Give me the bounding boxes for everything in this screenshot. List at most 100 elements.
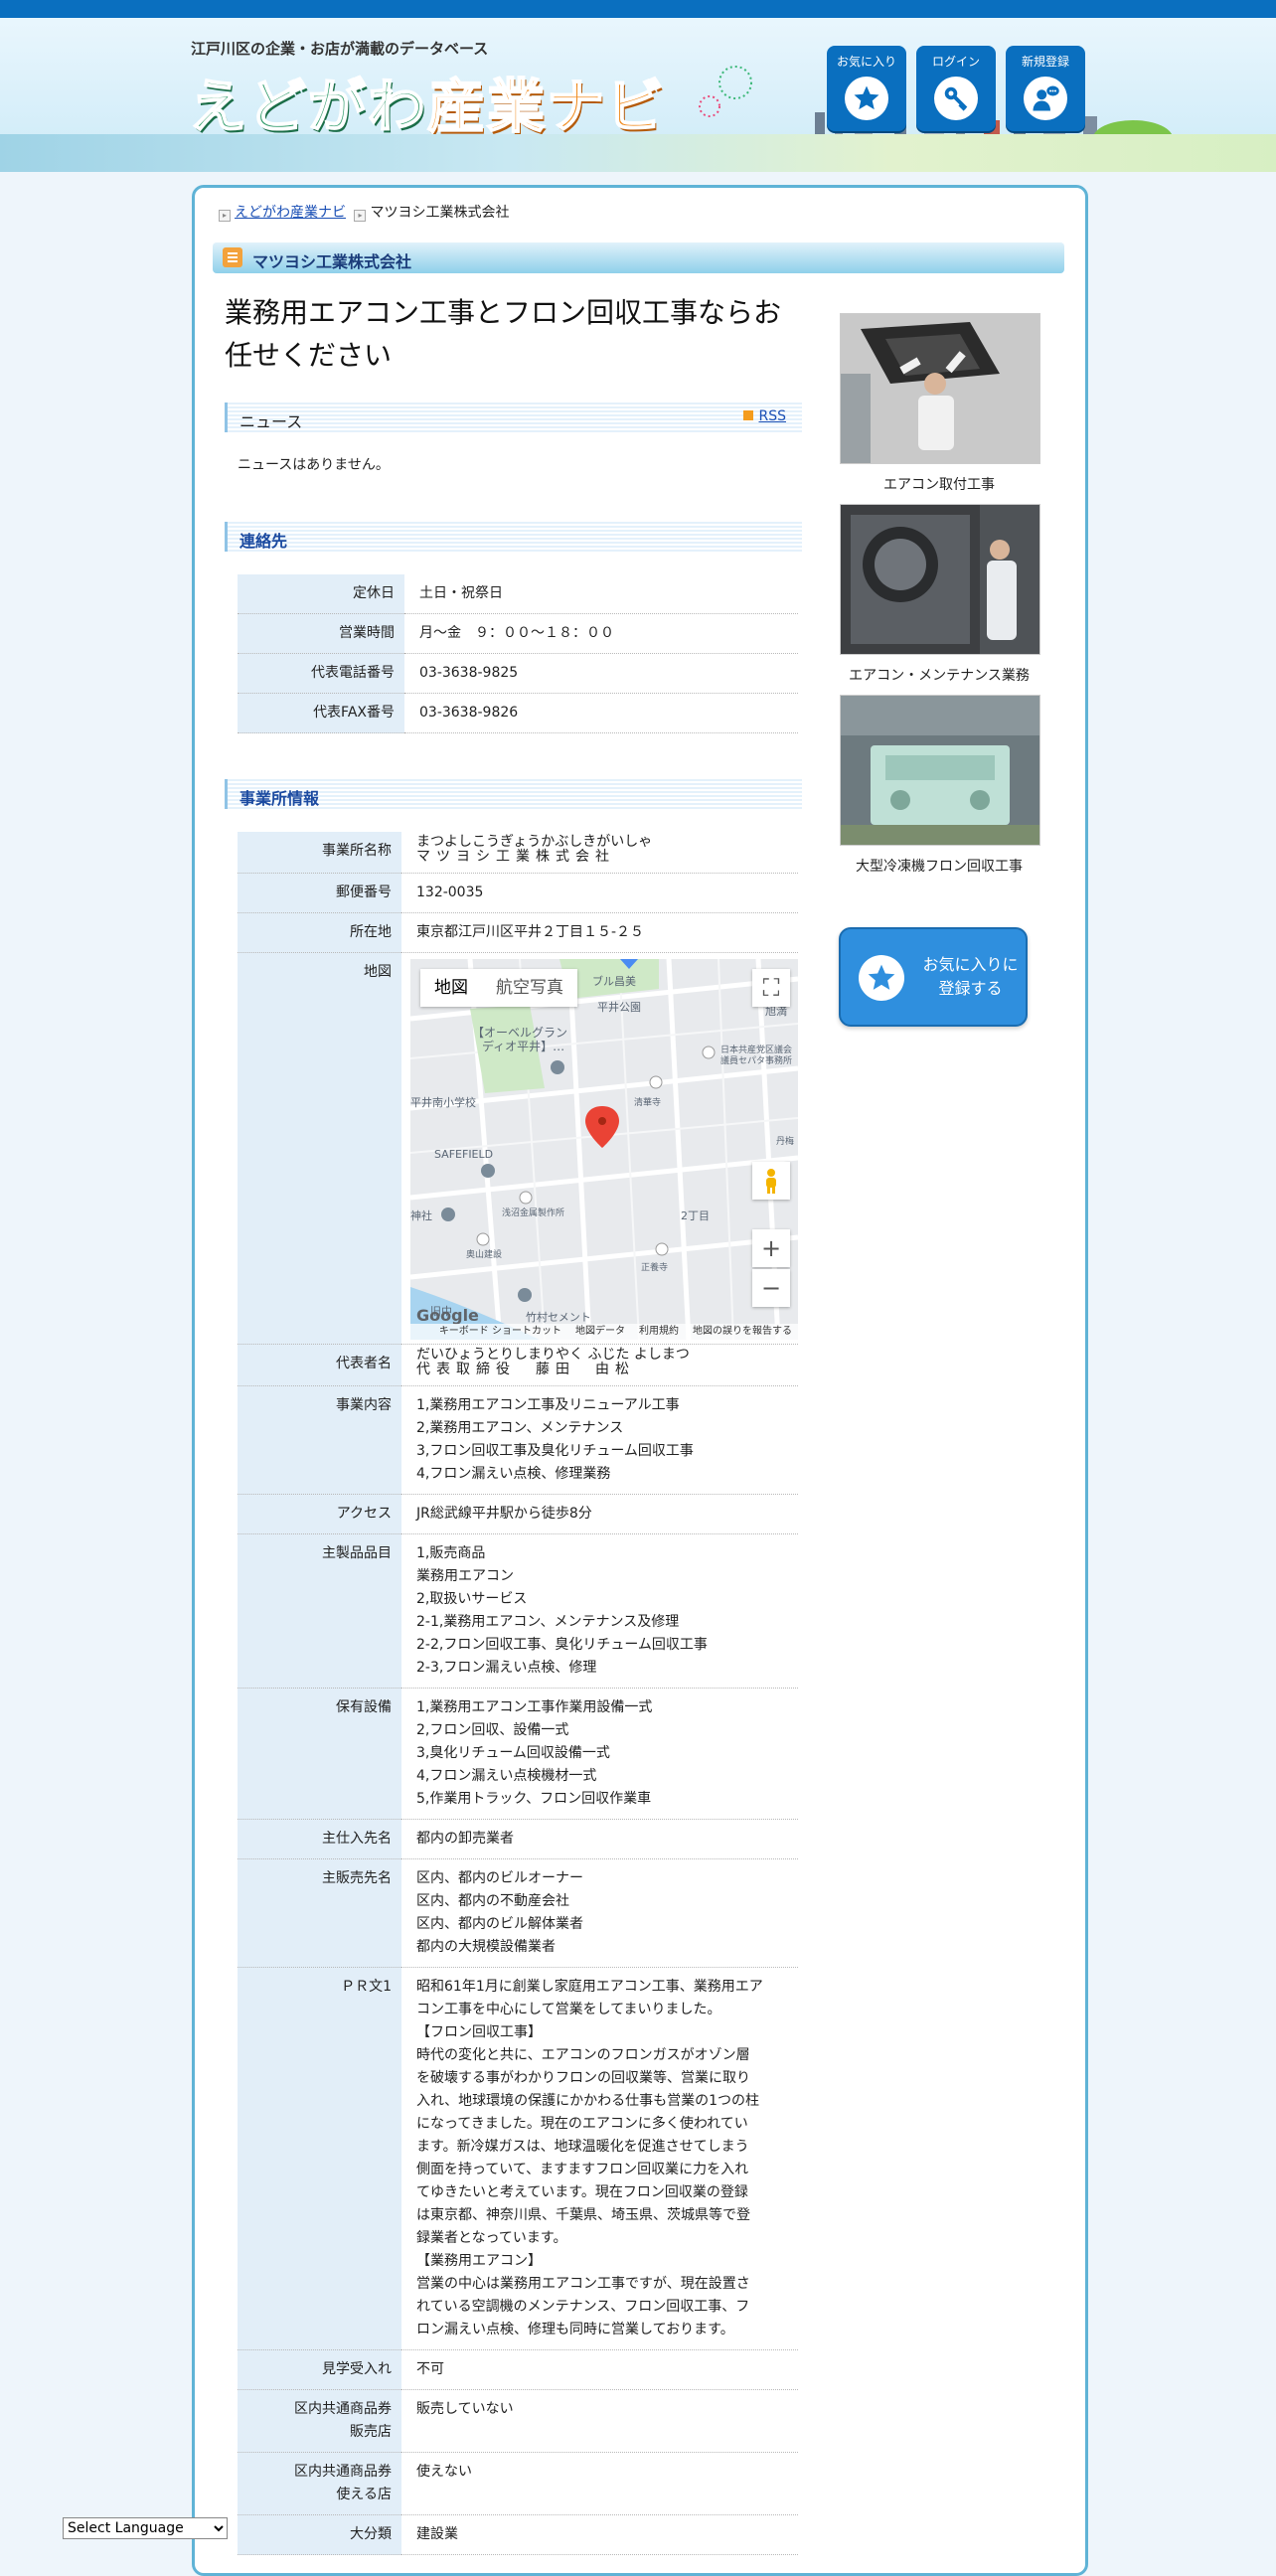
embedded-map[interactable]: ブル昌美 平井公園 旭満 【オーベルグラン ディオ平井】… 日本共産党区議会 議… [410,959,798,1340]
contact-section-header: 連絡先 [225,522,802,552]
table-row: 保有設備 1,業務用エアコン工事作業用設備一式 2,フロン回収、設備一式 3,臭化リチ… [238,1688,798,1820]
photo-ac-installation[interactable] [840,313,1040,464]
row-value-line: 側面を持っていて、ますますフロン回収業に力を入れ [416,2162,749,2177]
table-row: 主製品品目 1,販売商品 業務用エアコン 2,取扱いサービス 2-1,業務用エアコン、メ… [238,1533,798,1689]
row-value-line: 5,作業用トラック、フロン回収作業車 [416,1791,652,1807]
map-keyboard-shortcuts-link[interactable]: キーボード ショートカット [439,1324,561,1340]
map-label: 浅沼金属製作所 [502,1207,564,1218]
row-value: 販売していない [401,2389,798,2453]
register-button[interactable]: 新規登録 [1006,46,1085,131]
map-label: ブル昌美 [592,974,636,988]
language-select[interactable]: Select Language [63,2517,228,2539]
row-value-line: れている空調機のメンテナンス、フロン回収工事、フ [416,2299,750,2315]
table-row: 営業時間 月～金 ９：００～１８：００ [238,613,798,654]
company-title-bar: マツヨシ工業株式会社 [213,242,1064,273]
top-bar [0,0,1276,18]
row-label: アクセス [238,1494,401,1534]
site-header: 江戸川区の企業・お店が満載のデータベース えどがわ産業ナビ お気に入り ログイン… [0,18,1276,172]
row-value: 区内、都内のビルオーナー 区内、都内の不動産会社 区内、都内のビル解体業者 都内の大規… [401,1858,798,1968]
news-section-header: ニュース RSS [225,402,802,432]
map-terms-link[interactable]: 利用規約 [639,1324,679,1340]
map-label: 2丁目 [681,1209,710,1222]
map-streets: ブル昌美 平井公園 旭満 【オーベルグラン ディオ平井】… 日本共産党区議会 議… [410,959,798,1340]
row-value-line: 録業者となっています。 [416,2230,567,2246]
pegman-icon[interactable] [752,1162,790,1200]
row-value-line: 都内の大規模設備業者 [416,1939,556,1955]
representative-name-value: 代表取締役 藤田 由松 [416,1362,635,1377]
table-row: 主仕入先名 都内の卸売業者 [238,1819,798,1859]
row-value-line: 1,業務用エアコン工事及リニューアル工事 [416,1397,680,1413]
logo-text-edogawa: えどがわ [188,72,428,141]
add-to-favorites-button[interactable]: お気に入りに登録する [839,927,1028,1027]
favorites-button[interactable]: お気に入り [827,46,906,131]
document-icon [223,247,242,267]
row-value: 03-3638-9826 [404,693,798,733]
zoom-in-button[interactable]: + [752,1229,790,1267]
map-type-toggle: 地図 航空写真 [420,969,577,1007]
row-label: 代表FAX番号 [238,693,404,733]
office-heading: 事業所情報 [239,789,320,808]
favorites-button-label: お気に入り [836,55,896,69]
row-label: 見学受入れ [238,2349,401,2390]
contact-table: 定休日 土日・祝祭日 営業時間 月～金 ９：００～１８：００ 代表電話番号 03-3638… [238,574,798,733]
site-tagline: 江戸川区の企業・お店が満載のデータベース [191,40,489,58]
table-row: 大分類 建設業 [238,2514,798,2555]
fullscreen-icon[interactable]: ⛶ [752,969,790,1007]
address-value: 東京都江戸川区平井２丁目１５-２５ [401,912,798,953]
table-row: 定休日 土日・祝祭日 [238,574,798,614]
map-tab-satellite[interactable]: 航空写真 [482,969,577,1007]
photo-item: エアコン・メンテナンス業務 [824,504,1054,687]
main-content-frame: ▸ えどがわ産業ナビ ▸ マツヨシ工業株式会社 マツヨシ工業株式会社 業務用エアコン… [192,185,1088,2576]
map-label: 神社 [410,1208,432,1222]
breadcrumb-home-link[interactable]: えどがわ産業ナビ [235,205,346,221]
row-value-line: 使えない [416,2464,472,2480]
office-section-header: 事業所情報 [225,779,802,809]
site-logo[interactable]: えどがわ産業ナビ [188,60,666,143]
table-row: 代表電話番号 03-3638-9825 [238,653,798,694]
table-row: 主販売先名 区内、都内のビルオーナー 区内、都内の不動産会社 区内、都内のビル解体業者… [238,1858,798,1968]
row-label: 定休日 [238,574,404,614]
login-button[interactable]: ログイン [916,46,996,131]
row-value-line: を破壊する事がわかりフロンの回収業等、営業に取り [416,2070,750,2086]
row-value: だいひょうとりしまりやく ふじた よしまつ 代表取締役 藤田 由松 [401,1344,798,1386]
map-data-link[interactable]: 地図データ [575,1324,625,1340]
table-row: 所在地 東京都江戸川区平井２丁目１５-２５ [238,912,798,953]
photo-chiller-recovery[interactable] [840,695,1040,846]
row-value: まつよしこうぎょうかぶしきがいしゃ マツヨシ工業株式会社 [401,832,798,874]
photo-ac-maintenance[interactable] [840,504,1040,655]
map-report-error-link[interactable]: 地図の誤りを報告する [693,1324,792,1340]
rss-label: RSS [758,408,786,424]
map-label: 清華寺 [634,1096,661,1108]
row-value-line: 区内、都内の不動産会社 [416,1893,569,1909]
table-row: 事業所名称 まつよしこうぎょうかぶしきがいしゃ マツヨシ工業株式会社 [238,832,798,874]
table-row: ＰＲ文1 昭和61年1月に創業し家庭用エアコン工事、業務用エア コン工事を中心にして… [238,1967,798,2350]
zoom-out-button[interactable]: − [752,1269,790,1307]
row-value-line: 2,業務用エアコン、メンテナンス [416,1420,624,1436]
row-value-line: 【業務用エアコン】 [416,2253,542,2269]
row-value-line: 販売していない [416,2401,514,2417]
breadcrumb-arrow-icon: ▸ [219,210,231,222]
key-icon [934,77,978,120]
table-row: 代表FAX番号 03-3638-9826 [238,693,798,733]
row-value-line: 【フロン回収工事】 [416,2024,542,2040]
news-empty-message: ニュースはありません。 [238,457,390,473]
row-value: 建設業 [401,2514,798,2555]
row-value: 昭和61年1月に創業し家庭用エアコン工事、業務用エア コン工事を中心にして営業をし… [401,1967,798,2350]
rss-link[interactable]: RSS [743,408,786,424]
row-label: 保有設備 [238,1688,401,1820]
user-chat-icon [1024,77,1067,120]
row-value-line: 都内の卸売業者 [416,1831,514,1847]
row-label: 地図 [238,952,401,1345]
row-value-line: になってきました。現在のエアコンに多く使われてい [416,2116,748,2132]
map-label: 議員セパタ事務所 [720,1054,792,1066]
company-name-value: マツヨシ工業株式会社 [416,849,615,865]
map-label: 【オーベルグラン [472,1026,567,1040]
map-label: 平井公園 [597,1000,641,1014]
map-label: ディオ平井】… [482,1039,564,1053]
company-title: マツヨシ工業株式会社 [252,252,412,271]
name-ruby: まつよしこうぎょうかぶしきがいしゃ [416,834,653,850]
map-label: 正養寺 [641,1261,668,1273]
photo-caption: エアコン取付工事 [883,477,995,493]
photo-gallery: エアコン取付工事 エアコン・メンテナンス業務 大型冷凍機フロン回収工事 [824,313,1054,878]
map-tab-map[interactable]: 地図 [420,969,482,1007]
